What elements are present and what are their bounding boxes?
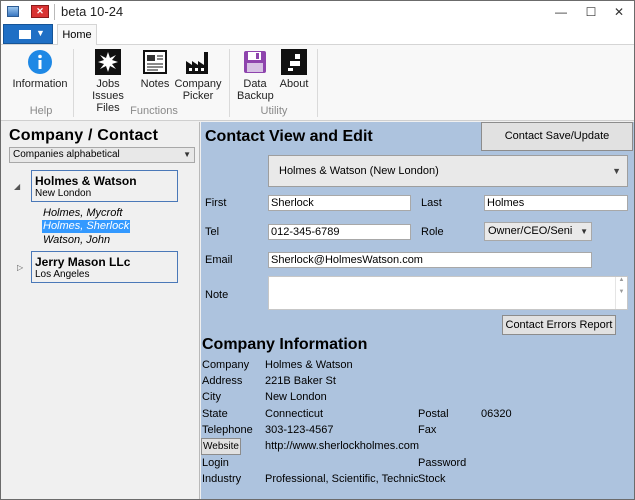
company-node-holmes-watson[interactable]: Holmes & Watson New London (31, 170, 178, 202)
email-label: Email (205, 254, 233, 266)
tab-home[interactable]: Home (57, 24, 97, 46)
website-button[interactable]: Website (201, 438, 241, 455)
contact-errors-report-button[interactable]: Contact Errors Report (502, 315, 616, 335)
ribbon-body: Information Jobs Issues Files Notes Comp… (1, 45, 634, 121)
company-label: Company (202, 359, 250, 371)
company-info-title: Company Information (202, 336, 368, 353)
app-menu-icon (19, 30, 31, 39)
role-label: Role (421, 226, 444, 238)
company-select[interactable]: Holmes & Watson (New London) ▼ (268, 155, 628, 187)
company-node-city: Los Angeles (35, 269, 90, 280)
group-separator (229, 49, 230, 117)
last-label: Last (421, 197, 442, 209)
group-separator (73, 49, 74, 117)
state-value: Connecticut (265, 408, 324, 420)
application-menu-button[interactable]: ▼ (3, 24, 53, 44)
data-label-1: Data (243, 78, 267, 90)
expanded-arrow-icon[interactable]: ◢ (14, 182, 20, 191)
pane-title: Company / Contact (9, 127, 159, 144)
group-label-help: Help (29, 105, 53, 117)
information-button[interactable]: Information (9, 49, 71, 90)
company-select-value: Holmes & Watson (New London) (279, 165, 439, 177)
collapsed-arrow-icon[interactable]: ▷ (17, 263, 23, 272)
close-doc-icon[interactable]: ✕ (31, 5, 49, 18)
burst-icon (95, 49, 121, 75)
postal-value: 06320 (481, 408, 512, 420)
address-label: Address (202, 375, 243, 387)
app-icon[interactable] (7, 6, 19, 17)
company-picker-button[interactable]: Company Picker (173, 49, 223, 102)
data-label-2: Backup (237, 90, 274, 102)
company-contact-pane: Company / Contact Companies alphabetical… (1, 122, 200, 499)
sort-combo[interactable]: Companies alphabetical ▼ (9, 147, 195, 163)
factory-icon (185, 49, 211, 75)
notes-label: Notes (140, 78, 170, 90)
data-backup-button[interactable]: Data Backup (237, 49, 274, 102)
fax-label: Fax (418, 424, 437, 436)
sort-combo-value: Companies alphabetical (13, 149, 120, 160)
about-icon (281, 49, 307, 75)
note-scrollbar[interactable]: ▲ ▼ (615, 277, 627, 309)
group-label-utility: Utility (260, 105, 288, 117)
login-label: Login (202, 457, 229, 469)
last-name-input[interactable]: Holmes (484, 195, 628, 211)
tel-label: Tel (205, 226, 220, 238)
company-node-name: Jerry Mason LLc (35, 255, 131, 269)
contact-section-title: Contact View and Edit (205, 128, 373, 145)
main-window: ✕ beta 10-24 — ☐ ✕ ▼ Home Information Jo… (0, 0, 635, 500)
company-node-city: New London (35, 188, 92, 199)
chevron-down-icon: ▼ (36, 28, 45, 38)
company-label-1: Company (174, 78, 222, 90)
close-button[interactable]: ✕ (604, 2, 634, 22)
notes-icon (142, 49, 168, 75)
first-label: First (205, 197, 227, 209)
chevron-down-icon: ▼ (183, 150, 191, 159)
floppy-disk-icon (242, 49, 268, 75)
window-title: beta 10-24 (61, 4, 124, 19)
website-value: http://www.sherlockholmes.com (265, 440, 420, 452)
company-node-name: Holmes & Watson (35, 174, 137, 188)
role-select[interactable]: Owner/CEO/Seni ▼ (484, 222, 592, 241)
contact-detail-pane: Contact View and Edit Contact Save/Updat… (201, 122, 634, 499)
city-label: City (202, 391, 221, 403)
company-value: Holmes & Watson (265, 359, 353, 371)
telephone-label: Telephone (202, 424, 253, 436)
contact-item[interactable]: Holmes, Mycroft (43, 207, 122, 220)
company-node-jerry-mason[interactable]: Jerry Mason LLc Los Angeles (31, 251, 178, 283)
info-icon (27, 49, 53, 75)
maximize-button[interactable]: ☐ (576, 2, 606, 22)
minimize-button[interactable]: — (546, 2, 576, 22)
stock-label: Stock (418, 473, 446, 485)
contact-item-selected[interactable]: Holmes, Sherlock (42, 220, 131, 233)
city-value: New London (265, 391, 327, 403)
group-label-functions: Functions (130, 105, 178, 117)
industry-label: Industry (202, 473, 242, 485)
chevron-down-icon: ▼ (578, 223, 588, 240)
title-separator (54, 4, 55, 20)
jobs-label-1: Jobs (96, 78, 120, 90)
email-input[interactable]: Sherlock@HolmesWatson.com (268, 252, 592, 268)
postal-label: Postal (418, 408, 449, 420)
industry-value: Professional, Scientific, Technic (265, 473, 418, 485)
tel-input[interactable]: 012-345-6789 (268, 224, 411, 240)
contact-item[interactable]: Watson, John (43, 234, 110, 247)
ribbon-tab-strip: ▼ Home (1, 23, 634, 46)
notes-button[interactable]: Notes (139, 49, 171, 90)
company-label-2: Picker (182, 90, 214, 102)
password-label: Password (418, 457, 467, 469)
telephone-value: 303-123-4567 (265, 424, 334, 436)
information-label: Information (12, 78, 68, 90)
state-label: State (202, 408, 228, 420)
group-separator (317, 49, 318, 117)
note-textarea[interactable]: ▲ ▼ (268, 276, 628, 310)
first-name-input[interactable]: Sherlock (268, 195, 411, 211)
address-value: 221B Baker St (265, 375, 336, 387)
title-bar: ✕ beta 10-24 — ☐ ✕ (1, 1, 634, 23)
about-button[interactable]: About (277, 49, 311, 90)
role-select-value: Owner/CEO/Seni (488, 225, 573, 237)
contact-save-button[interactable]: Contact Save/Update (481, 122, 633, 151)
note-label: Note (205, 289, 229, 301)
about-label: About (279, 78, 309, 90)
chevron-down-icon: ▼ (612, 166, 621, 176)
